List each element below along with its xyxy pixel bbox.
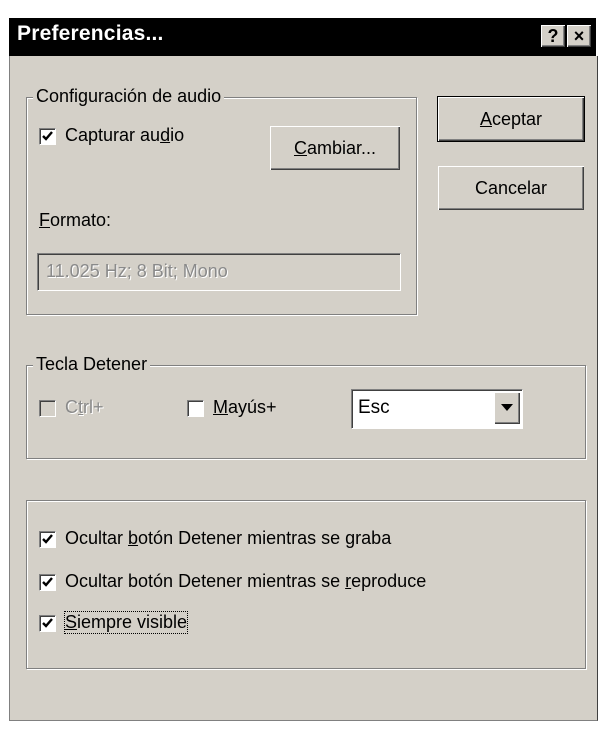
preferences-dialog: Preferencias... ? × Configuración de aud… xyxy=(0,0,602,729)
ctrl-label: Ctrl+ xyxy=(65,397,104,417)
dialog-body: Configuración de audio Capturar audio Ca… xyxy=(9,56,598,721)
change-button[interactable]: Cambiar... xyxy=(270,126,400,170)
checkmark-icon xyxy=(42,577,53,587)
capture-audio-label[interactable]: Capturar audio xyxy=(65,125,184,146)
cancel-button[interactable]: Cancelar xyxy=(438,166,584,210)
audio-config-legend: Configuración de audio xyxy=(33,86,225,107)
accept-button[interactable]: Aceptar xyxy=(437,96,585,142)
hide-while-playing-label[interactable]: Ocultar botón Detener mientras se reprod… xyxy=(65,571,426,592)
checkmark-icon xyxy=(42,131,53,141)
stop-key-select[interactable]: Esc xyxy=(351,389,523,429)
hide-while-playing-checkbox[interactable] xyxy=(39,574,56,591)
audio-config-group: Configuración de audio Capturar audio Ca… xyxy=(26,86,417,315)
hide-while-recording-label[interactable]: Ocultar botón Detener mientras se graba xyxy=(65,528,391,549)
help-button[interactable]: ? xyxy=(541,25,565,47)
checkmark-icon xyxy=(42,618,53,628)
always-visible-checkbox[interactable] xyxy=(39,615,56,632)
stop-key-group: Tecla Detener Ctrl+ Mayús+ Esc xyxy=(26,354,586,459)
hide-while-recording-checkbox[interactable] xyxy=(39,531,56,548)
chevron-down-icon xyxy=(501,404,513,411)
format-label: Formato: xyxy=(39,210,112,230)
checkmark-icon xyxy=(42,534,53,544)
close-button[interactable]: × xyxy=(567,25,591,47)
dropdown-arrow-button[interactable] xyxy=(494,392,520,424)
title-bar: Preferencias... ? × xyxy=(9,18,596,56)
dialog-title: Preferencias... xyxy=(17,22,164,45)
stop-key-value: Esc xyxy=(358,397,390,418)
format-field: 11.025 Hz; 8 Bit; Mono xyxy=(37,253,401,291)
always-visible-label[interactable]: Siempre visible xyxy=(63,611,189,634)
options-group: Ocultar botón Detener mientras se graba … xyxy=(26,500,586,669)
stop-key-legend: Tecla Detener xyxy=(33,354,151,375)
ctrl-checkbox[interactable] xyxy=(39,400,56,417)
shift-checkbox[interactable] xyxy=(187,400,204,417)
shift-label[interactable]: Mayús+ xyxy=(213,397,277,418)
capture-audio-checkbox[interactable] xyxy=(39,128,56,145)
